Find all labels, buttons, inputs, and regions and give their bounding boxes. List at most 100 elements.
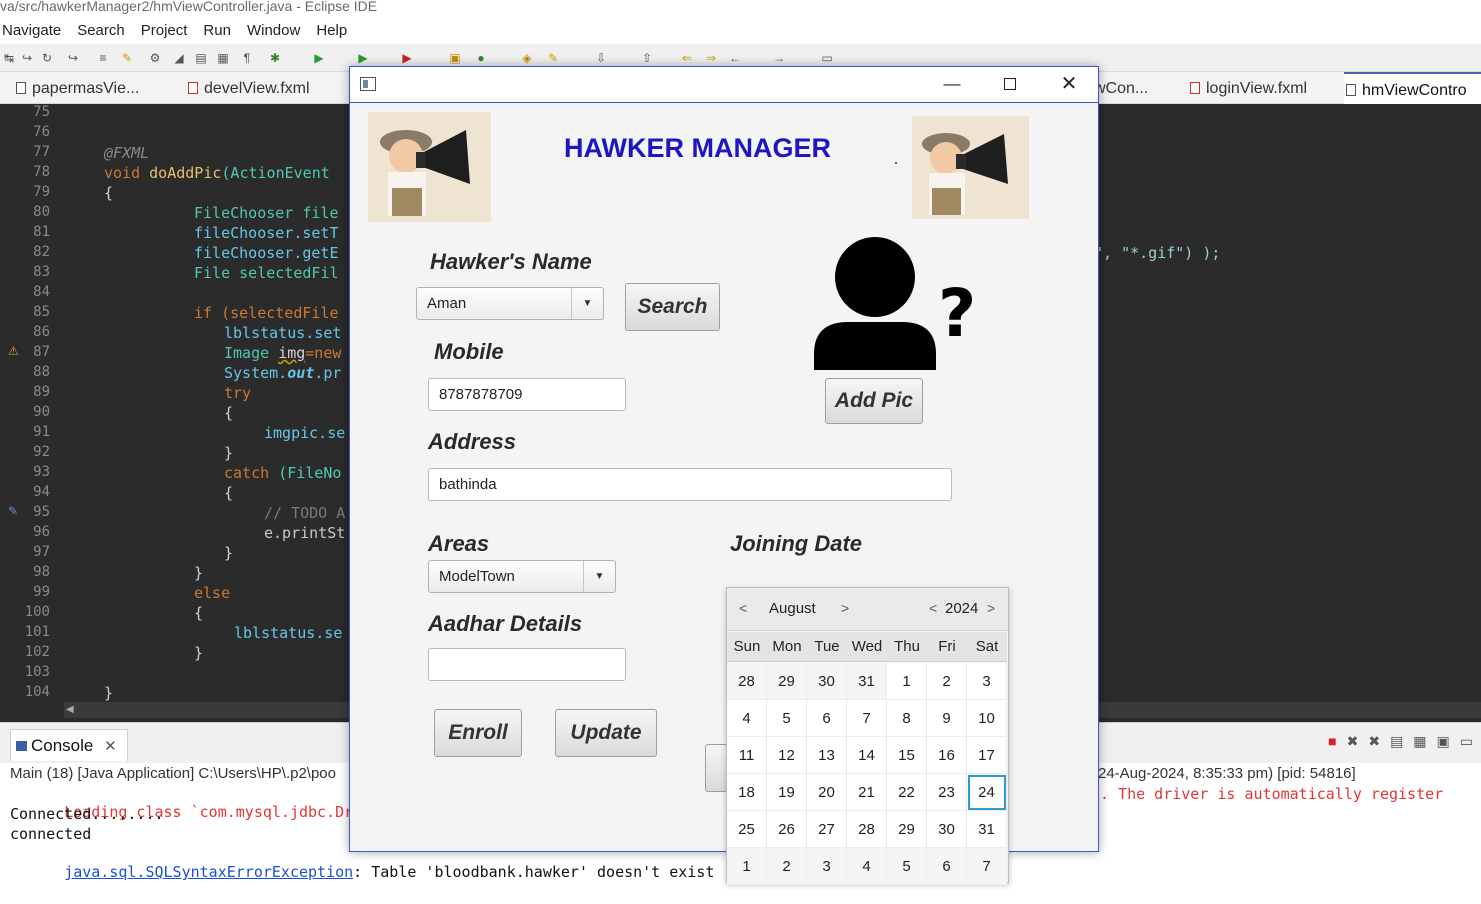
tab-viewcontroller[interactable]: wCon... bbox=[1094, 72, 1148, 104]
scroll-lock-icon[interactable]: ▤ bbox=[1390, 733, 1403, 750]
forward-icon[interactable]: ⇒ bbox=[704, 51, 718, 65]
add-pic-button[interactable]: Add Pic bbox=[825, 378, 923, 424]
search-button[interactable]: Search bbox=[625, 283, 720, 331]
chevron-down-icon[interactable]: ▼ bbox=[583, 561, 615, 592]
calendar-day[interactable]: 29 bbox=[887, 811, 927, 848]
calendar-day[interactable]: 18 bbox=[727, 774, 767, 811]
annotation-icon[interactable]: ⇩ bbox=[594, 51, 608, 65]
new-package-icon[interactable]: ▣ bbox=[448, 51, 462, 65]
calendar-day[interactable]: 4 bbox=[727, 700, 767, 737]
back-icon[interactable]: ⇐ bbox=[680, 51, 694, 65]
tab-develview[interactable]: develView.fxml bbox=[186, 72, 310, 104]
enroll-button[interactable]: Enroll bbox=[434, 709, 522, 757]
next-month-icon[interactable]: > bbox=[841, 600, 849, 616]
menu-project[interactable]: Project bbox=[137, 22, 192, 39]
toolbar-icon[interactable]: ↪ bbox=[66, 51, 80, 65]
open-type-icon[interactable]: ◈ bbox=[520, 51, 534, 65]
calendar-day[interactable]: 7 bbox=[967, 848, 1007, 885]
pin-console-icon[interactable]: ▣ bbox=[1437, 733, 1450, 750]
toolbar-icon[interactable]: ▤ bbox=[194, 51, 208, 65]
run-config-icon[interactable]: ▶ bbox=[356, 51, 370, 65]
next-year-icon[interactable]: > bbox=[987, 600, 995, 616]
calendar-day[interactable]: 27 bbox=[807, 811, 847, 848]
calendar-day[interactable]: 2 bbox=[767, 848, 807, 885]
word-wrap-icon[interactable]: ▦ bbox=[1413, 733, 1426, 750]
calendar-day[interactable]: 2 bbox=[927, 663, 967, 700]
hawker-name-combo[interactable]: Aman ▼ bbox=[416, 287, 604, 320]
toolbar-icon[interactable]: ≡ bbox=[96, 51, 110, 65]
calendar-day[interactable]: 23 bbox=[927, 774, 967, 811]
task-marker-icon[interactable]: ✎ bbox=[8, 504, 18, 518]
menu-help[interactable]: Help bbox=[312, 22, 351, 39]
prev-year-icon[interactable]: < bbox=[929, 600, 937, 616]
window-titlebar[interactable]: — ✕ bbox=[350, 67, 1098, 103]
address-field[interactable]: bathinda bbox=[428, 468, 952, 501]
prev-month-icon[interactable]: < bbox=[739, 600, 747, 616]
warning-marker-icon[interactable]: ⚠ bbox=[8, 344, 19, 358]
scroll-left-icon[interactable]: ◀ bbox=[66, 705, 76, 715]
calendar-day[interactable]: 9 bbox=[927, 700, 967, 737]
toolbar-icon[interactable]: ↹ bbox=[2, 51, 16, 65]
calendar-day[interactable]: 19 bbox=[767, 774, 807, 811]
close-icon[interactable]: ✕ bbox=[104, 738, 117, 755]
menu-run[interactable]: Run bbox=[199, 22, 235, 39]
back-arrow-icon[interactable]: ← bbox=[728, 51, 742, 65]
calendar-day[interactable]: 20 bbox=[807, 774, 847, 811]
menu-window[interactable]: Window bbox=[243, 22, 304, 39]
maximize-button[interactable] bbox=[981, 67, 1039, 101]
calendar-day[interactable]: 15 bbox=[887, 737, 927, 774]
calendar-day[interactable]: 31 bbox=[967, 811, 1007, 848]
calendar-day[interactable]: 30 bbox=[927, 811, 967, 848]
remove-all-icon[interactable]: ✖ bbox=[1368, 733, 1380, 750]
chevron-down-icon[interactable]: ▼ bbox=[571, 288, 603, 319]
calendar-day[interactable]: 5 bbox=[767, 700, 807, 737]
calendar-day[interactable]: 31 bbox=[847, 663, 887, 700]
menu-search[interactable]: Search bbox=[73, 22, 129, 39]
calendar-day[interactable]: 30 bbox=[807, 663, 847, 700]
calendar-day[interactable]: 3 bbox=[807, 848, 847, 885]
terminate-icon[interactable]: ■ bbox=[1328, 733, 1336, 750]
debug-icon[interactable]: ✱ bbox=[268, 51, 282, 65]
exception-link[interactable]: java.sql.SQLSyntaxErrorException bbox=[64, 863, 353, 881]
calendar-day[interactable]: 11 bbox=[727, 737, 767, 774]
menu-navigate[interactable]: Navigate bbox=[0, 22, 65, 39]
calendar-day[interactable]: 6 bbox=[927, 848, 967, 885]
toolbar-icon[interactable]: ¶ bbox=[240, 51, 254, 65]
annotation-icon[interactable]: ⇧ bbox=[640, 51, 654, 65]
toolbar-icon[interactable]: ↻ bbox=[40, 51, 54, 65]
tab-papermasview[interactable]: papermasVie... bbox=[14, 72, 139, 104]
calendar-day[interactable]: 7 bbox=[847, 700, 887, 737]
calendar-day[interactable]: 28 bbox=[727, 663, 767, 700]
aadhar-field[interactable] bbox=[428, 648, 626, 681]
calendar-day[interactable]: 1 bbox=[887, 663, 927, 700]
minimize-button[interactable]: — bbox=[923, 67, 981, 101]
calendar-day[interactable]: 25 bbox=[727, 811, 767, 848]
remove-launch-icon[interactable]: ✖ bbox=[1347, 733, 1359, 750]
display-console-icon[interactable]: ▭ bbox=[1460, 733, 1473, 750]
calendar-day[interactable]: 1 bbox=[727, 848, 767, 885]
toolbar-icon[interactable]: ▦ bbox=[216, 51, 230, 65]
calendar-day[interactable]: 29 bbox=[767, 663, 807, 700]
tab-loginview[interactable]: loginView.fxml bbox=[1188, 72, 1307, 104]
run-icon[interactable]: ▶ bbox=[312, 51, 326, 65]
search-icon[interactable]: ✎ bbox=[546, 51, 560, 65]
calendar-day[interactable]: 28 bbox=[847, 811, 887, 848]
calendar-day[interactable]: 12 bbox=[767, 737, 807, 774]
update-button[interactable]: Update bbox=[555, 709, 657, 757]
tab-console[interactable]: Console ✕ bbox=[10, 729, 128, 761]
toolbar-icon[interactable]: ↪ bbox=[20, 51, 34, 65]
calendar-day[interactable]: 26 bbox=[767, 811, 807, 848]
calendar-day[interactable]: 4 bbox=[847, 848, 887, 885]
calendar-day[interactable]: 24 bbox=[967, 774, 1007, 811]
forward-arrow-icon[interactable]: → bbox=[772, 51, 786, 65]
calendar-day[interactable]: 6 bbox=[807, 700, 847, 737]
external-tools-icon[interactable]: ▶ bbox=[400, 51, 414, 65]
calendar-day[interactable]: 5 bbox=[887, 848, 927, 885]
toolbar-icon[interactable]: ⚙ bbox=[148, 51, 162, 65]
calendar-day[interactable]: 16 bbox=[927, 737, 967, 774]
calendar-day[interactable]: 14 bbox=[847, 737, 887, 774]
calendar-day[interactable]: 10 bbox=[967, 700, 1007, 737]
calendar-day[interactable]: 21 bbox=[847, 774, 887, 811]
new-class-icon[interactable]: ● bbox=[474, 51, 488, 65]
toolbar-icon[interactable]: ◢ bbox=[172, 51, 186, 65]
